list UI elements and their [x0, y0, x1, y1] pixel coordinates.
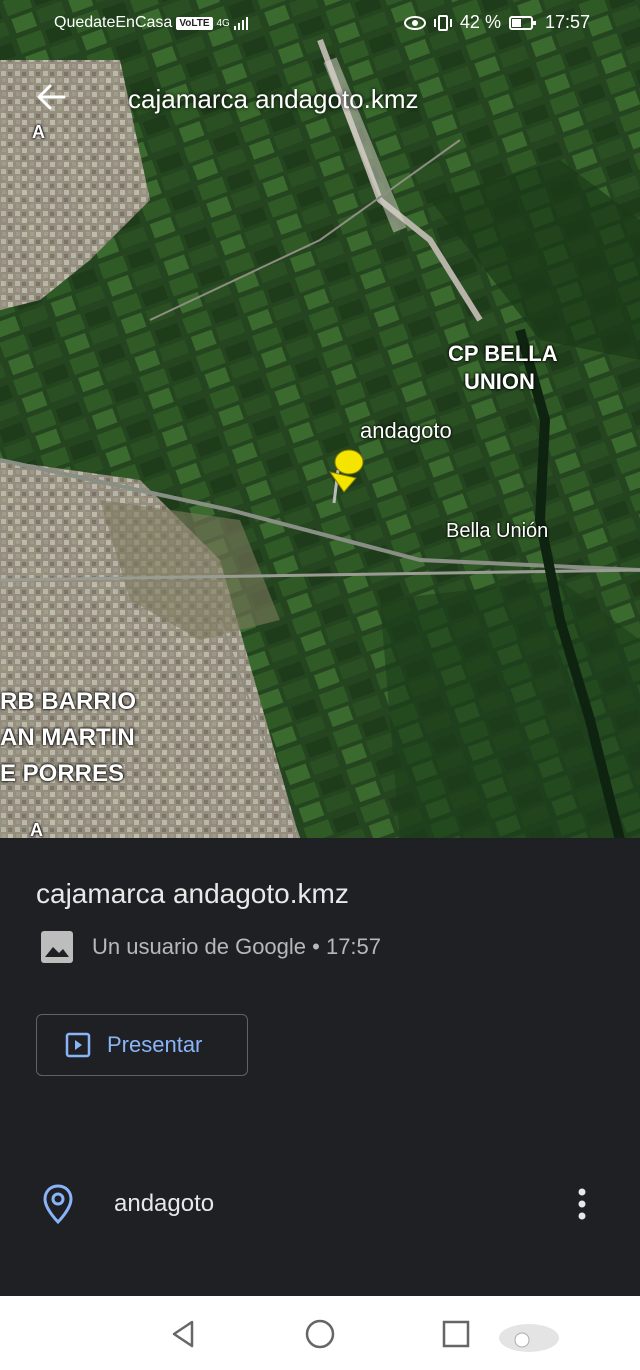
location-pin-icon — [43, 1184, 73, 1224]
volte-badge: VoLTE — [176, 16, 213, 30]
place-name: andagoto — [114, 1190, 215, 1217]
meta-text: Un usuario de Google • 17:57 — [92, 934, 382, 959]
signal-icon — [233, 17, 248, 30]
map-label-barrio: RB BARRIO AN MARTIN E PORRES — [0, 684, 136, 792]
app-header: cajamarca andagoto.kmz — [0, 70, 640, 130]
label-line: UNION — [464, 369, 535, 394]
label-line: AN MARTIN — [0, 724, 135, 751]
more-vert-icon[interactable] — [572, 1184, 592, 1224]
carrier-name: QuedateEnCasa — [54, 14, 173, 31]
battery-percent: 42 % — [459, 12, 501, 32]
bottom-sheet: cajamarca andagoto.kmz Un usuario de Goo… — [0, 838, 640, 1296]
nav-back-icon[interactable] — [164, 1314, 204, 1354]
present-label: Presentar — [107, 1032, 203, 1057]
status-right: 42 % 17:57 — [403, 12, 590, 33]
sheet-title: cajamarca andagoto.kmz — [36, 878, 349, 909]
present-button[interactable]: Presentar — [36, 1014, 248, 1076]
system-nav-bar — [0, 1296, 640, 1370]
place-list-item[interactable]: andagoto — [0, 1178, 640, 1234]
status-left: QuedateEnCasa VoLTE 4G — [54, 14, 250, 32]
label-line: CP BELLA — [448, 341, 558, 366]
label-line: RB BARRIO — [0, 688, 136, 715]
map-label-andagoto: andagoto — [360, 418, 452, 443]
eye-comfort-icon — [403, 15, 426, 30]
floating-dock-icon[interactable] — [494, 1318, 564, 1358]
image-icon — [41, 931, 73, 963]
map-label-a-bottom: A — [30, 820, 43, 840]
map-label-cp-bella-union: CP BELLA UNION — [448, 340, 558, 396]
arrow-back-icon[interactable] — [34, 80, 68, 114]
map-label-bella-union: Bella Unión — [446, 520, 549, 542]
meta-row: Un usuario de Google • 17:57 — [40, 930, 381, 964]
nav-home-icon[interactable] — [300, 1314, 340, 1354]
battery-icon — [508, 15, 536, 30]
label-line: E PORRES — [0, 760, 125, 787]
present-icon — [65, 1032, 91, 1058]
vibrate-icon — [433, 14, 452, 31]
nav-recents-icon[interactable] — [436, 1314, 476, 1354]
page-title: cajamarca andagoto.kmz — [128, 84, 419, 114]
clock: 17:57 — [544, 12, 590, 32]
status-bar: QuedateEnCasa VoLTE 4G 42 % 17:57 — [0, 0, 640, 48]
network-type: 4G — [216, 17, 230, 29]
